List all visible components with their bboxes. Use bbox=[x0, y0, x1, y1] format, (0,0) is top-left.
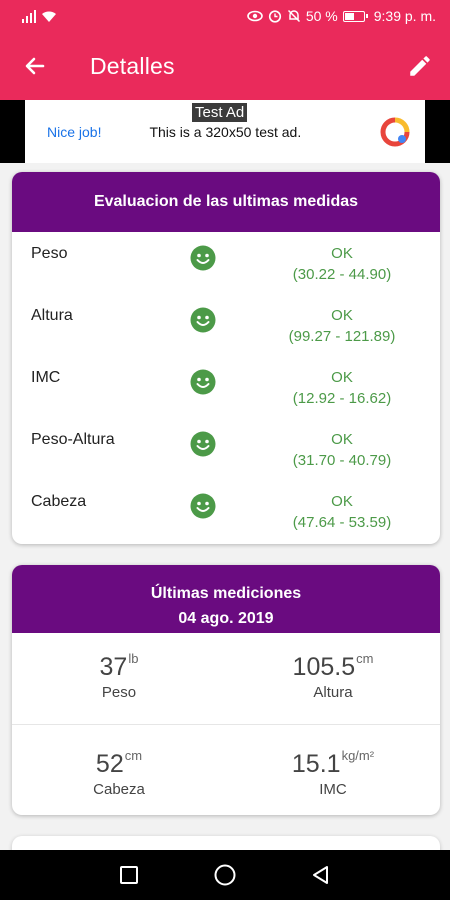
measurement-value: 15.1 bbox=[291, 750, 341, 778]
app-bar: Detalles bbox=[0, 32, 450, 100]
battery-percent: 50 % bbox=[305, 8, 338, 24]
battery-icon bbox=[342, 10, 368, 22]
measurements-grid: 37lb Peso 105.5cm Altura 52cm Cabeza 15.… bbox=[12, 633, 440, 815]
evaluation-row: Cabeza OK (47.64 - 53.59) bbox=[12, 480, 440, 542]
measurement-value: 52 bbox=[95, 750, 124, 778]
happy-face-icon bbox=[190, 307, 216, 333]
ad-nice-text: Nice job! bbox=[47, 123, 102, 140]
alarm-icon bbox=[268, 10, 281, 23]
home-icon bbox=[214, 864, 236, 886]
ad-logo-icon bbox=[380, 117, 410, 146]
evaluation-status: OK bbox=[331, 307, 353, 324]
measurement-head: 52cm Cabeza bbox=[12, 748, 226, 798]
measurements-title: Últimas mediciones bbox=[150, 585, 302, 602]
clock: 9:39 p. m. bbox=[373, 8, 436, 24]
evaluation-row: Peso OK (30.22 - 44.90) bbox=[12, 232, 440, 294]
edit-button[interactable] bbox=[390, 32, 450, 100]
ad-text: This is a 320x50 test ad. bbox=[149, 123, 302, 140]
back-arrow-icon bbox=[25, 57, 45, 75]
evaluation-status: OK bbox=[331, 245, 353, 262]
back-triangle-icon bbox=[313, 866, 328, 884]
happy-face-icon bbox=[190, 369, 216, 395]
nav-back-button[interactable] bbox=[309, 863, 333, 887]
evaluation-status: OK bbox=[331, 369, 353, 386]
evaluation-range: (30.22 - 44.90) bbox=[292, 266, 392, 283]
recent-apps-icon bbox=[120, 866, 138, 884]
measurement-label: Altura bbox=[313, 684, 353, 701]
wifi-icon bbox=[42, 10, 56, 22]
evaluation-name: IMC bbox=[31, 369, 61, 386]
divider bbox=[12, 724, 440, 725]
edit-pencil-icon bbox=[410, 56, 430, 76]
ad-label: Test Ad bbox=[192, 103, 248, 122]
eye-icon bbox=[247, 10, 263, 22]
evaluation-title: Evaluacion de las ultimas medidas bbox=[12, 172, 440, 232]
evaluation-card: Evaluacion de las ultimas medidas Peso O… bbox=[12, 172, 440, 544]
measurement-unit: lb bbox=[128, 651, 139, 666]
evaluation-row: Peso-Altura OK (31.70 - 40.79) bbox=[12, 418, 440, 480]
measurements-date: 04 ago. 2019 bbox=[178, 610, 274, 627]
mute-icon bbox=[287, 9, 300, 23]
evaluation-name: Cabeza bbox=[31, 493, 87, 510]
measurement-bmi: 15.1kg/m² IMC bbox=[226, 748, 440, 798]
status-bar: 50 % 9:39 p. m. bbox=[0, 0, 450, 32]
measurement-value: 37 bbox=[99, 653, 128, 681]
measurements-card: Últimas mediciones 04 ago. 2019 37lb Pes… bbox=[12, 565, 440, 815]
evaluation-status: OK bbox=[331, 493, 353, 510]
happy-face-icon bbox=[190, 493, 216, 519]
evaluation-list: Peso OK (30.22 - 44.90) Altura OK (99.27 -… bbox=[12, 232, 440, 542]
evaluation-range: (31.70 - 40.79) bbox=[292, 452, 392, 469]
evaluation-range: (12.92 - 16.62) bbox=[292, 390, 392, 407]
evaluation-range: (99.27 - 121.89) bbox=[288, 328, 396, 345]
navigation-bar bbox=[0, 850, 450, 900]
evaluation-row: IMC OK (12.92 - 16.62) bbox=[12, 356, 440, 418]
measurement-unit: kg/m² bbox=[341, 748, 375, 763]
page-title: Detalles bbox=[90, 52, 175, 79]
evaluation-name: Peso-Altura bbox=[31, 431, 115, 448]
evaluation-row: Altura OK (99.27 - 121.89) bbox=[12, 294, 440, 356]
measurement-height: 105.5cm Altura bbox=[226, 651, 440, 701]
back-button[interactable] bbox=[0, 32, 70, 100]
evaluation-name: Peso bbox=[31, 245, 68, 262]
measurement-label: Cabeza bbox=[93, 781, 145, 798]
measurement-unit: cm bbox=[356, 651, 374, 666]
signal-icon bbox=[22, 9, 36, 23]
evaluation-range: (47.64 - 53.59) bbox=[292, 514, 392, 531]
measurement-label: IMC bbox=[319, 781, 347, 798]
measurements-header: Últimas mediciones 04 ago. 2019 bbox=[12, 565, 440, 633]
home-button[interactable] bbox=[213, 863, 237, 887]
measurement-weight: 37lb Peso bbox=[12, 651, 226, 701]
measurement-value: 105.5 bbox=[292, 653, 356, 681]
happy-face-icon bbox=[190, 245, 216, 271]
recent-apps-button[interactable] bbox=[117, 863, 141, 887]
happy-face-icon bbox=[190, 431, 216, 457]
evaluation-name: Altura bbox=[31, 307, 73, 324]
evaluation-status: OK bbox=[331, 431, 353, 448]
measurement-label: Peso bbox=[101, 684, 137, 701]
measurement-unit: cm bbox=[124, 748, 143, 763]
